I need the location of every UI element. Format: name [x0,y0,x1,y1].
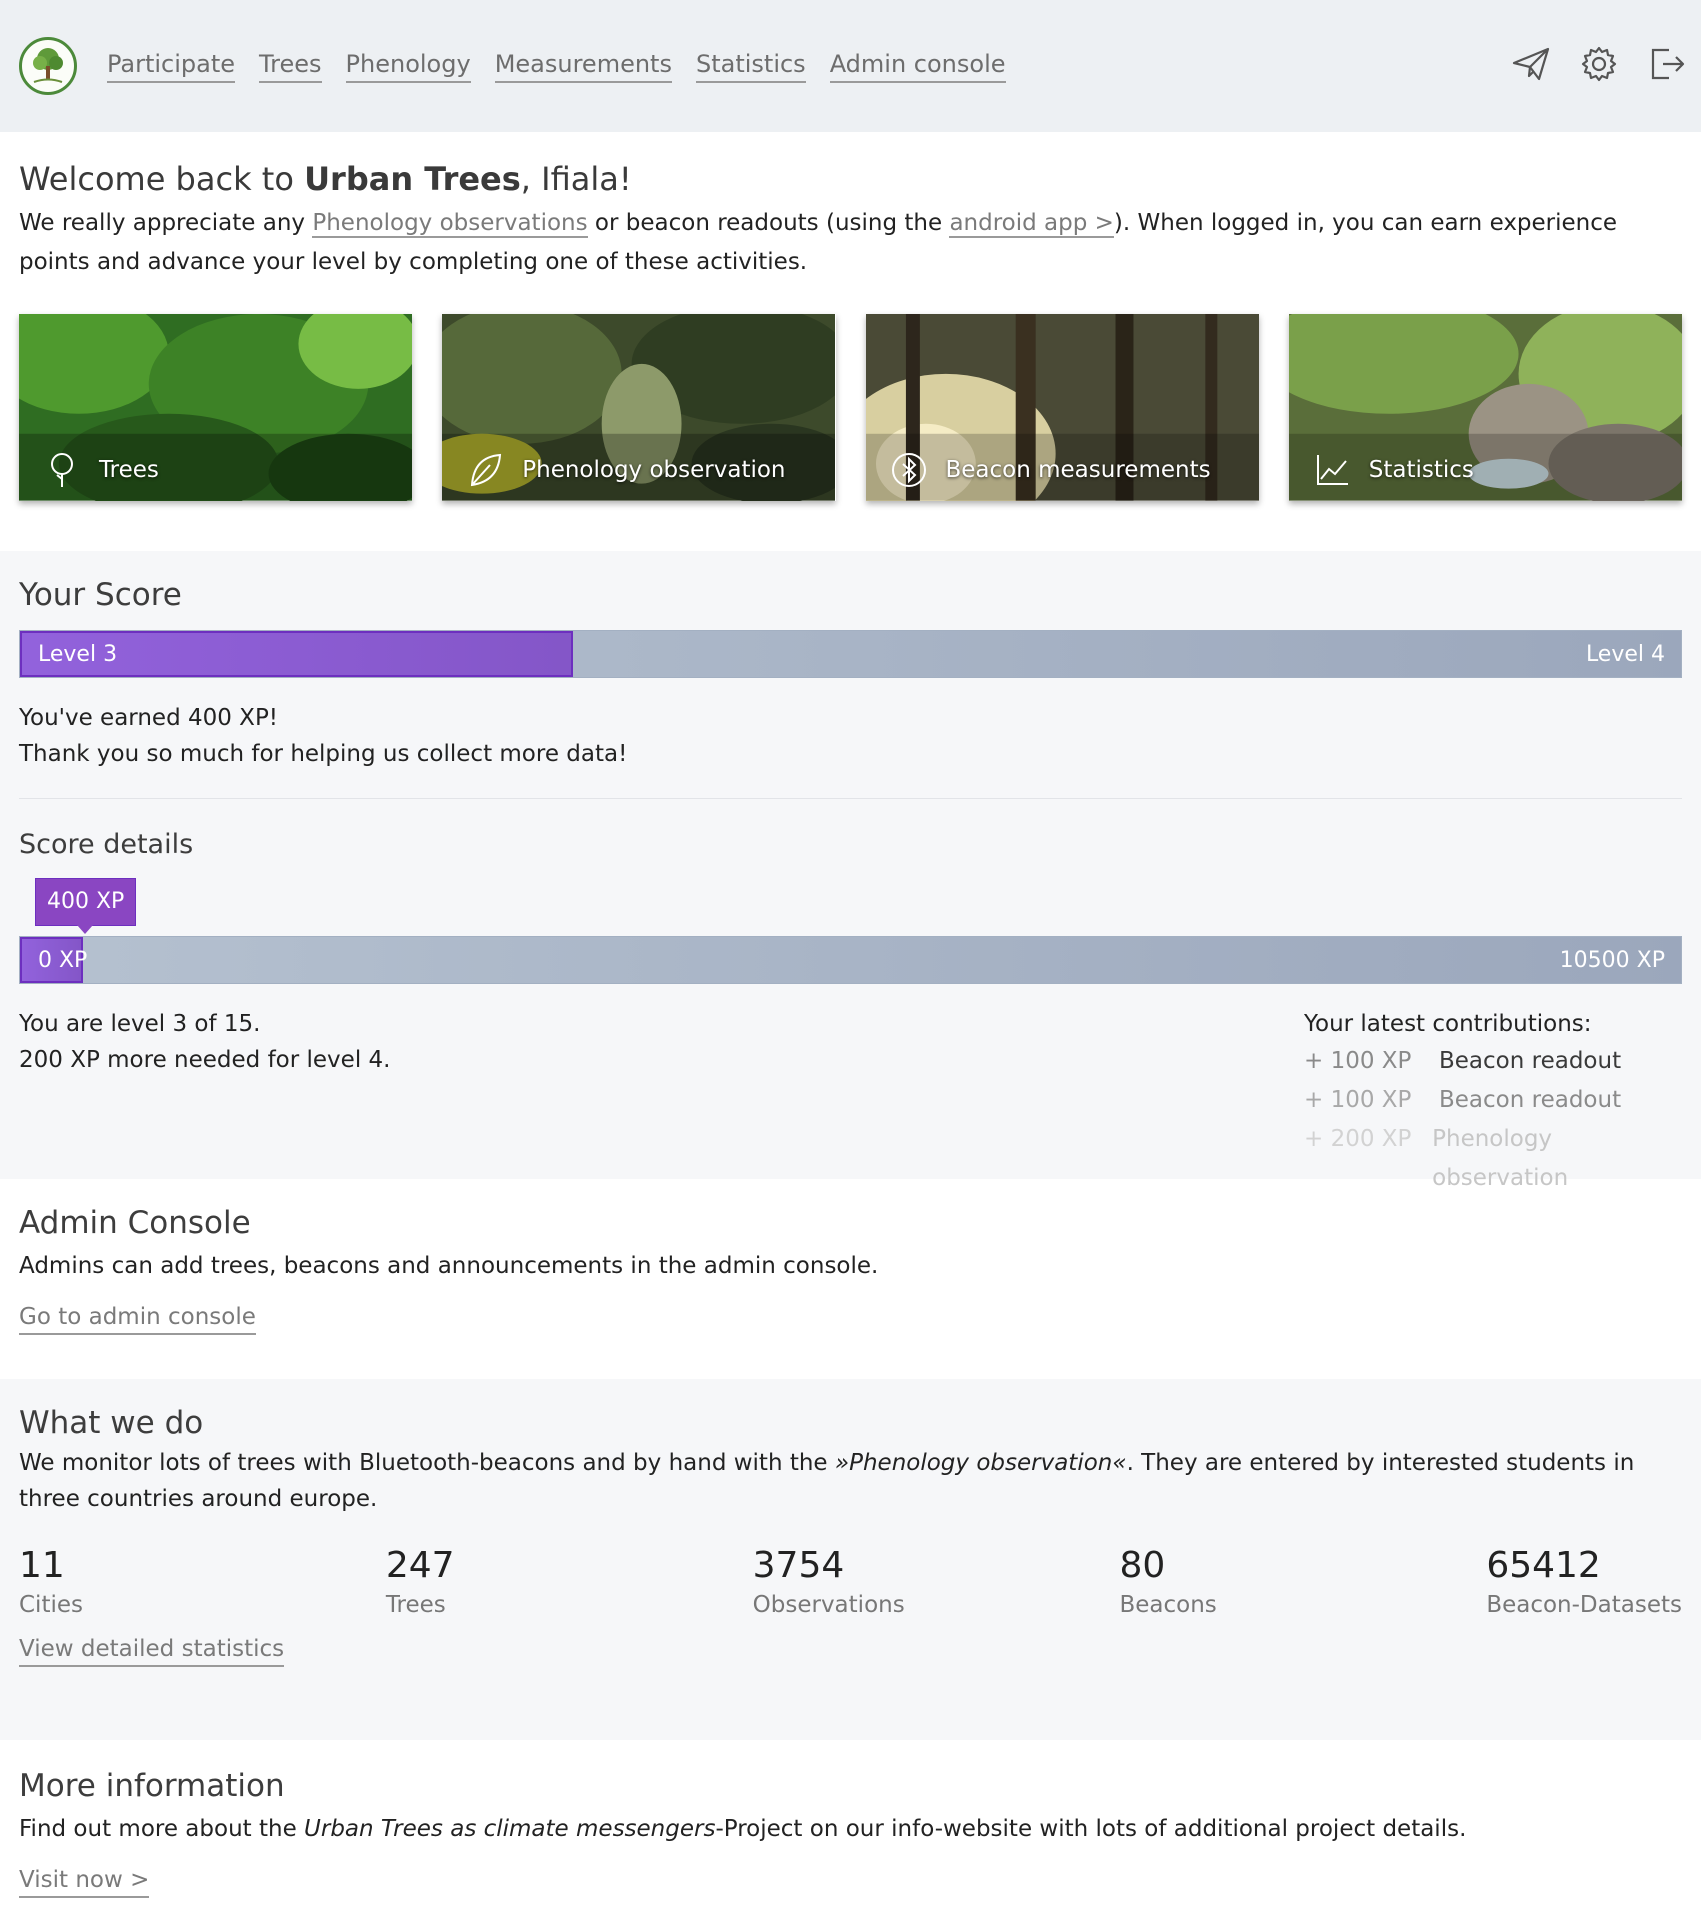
level-next-label: Level 4 [1585,642,1665,667]
visit-now-link[interactable]: Visit now > [19,1867,150,1898]
contribution-label: Phenology observation [1432,1126,1569,1191]
xp-progress-bar: 0 XP 10500 XP [19,936,1682,984]
stat-label: Trees [385,1592,446,1618]
leaf-icon [471,453,502,487]
latest-contributions: Your latest contributions: + 100 XP Beac… [1304,1006,1682,1198]
project-stats: 11 Cities 247 Trees 3754 Observations 80… [19,1545,1682,1618]
urban-trees-logo[interactable] [19,37,77,95]
admin-section: Admin Console Admins can add trees, beac… [0,1179,1701,1379]
stat-cities: 11 Cities [19,1545,319,1618]
level-progress-bar: Level 3 Level 4 [19,630,1682,678]
xp-needed-text: 200 XP more needed for level 4. [19,1047,391,1073]
stat-label: Beacons [1119,1592,1217,1618]
score-section: Your Score Level 3 Level 4 You've earned… [0,551,1701,1191]
contribution-item: + 100 XP Beacon readout [1304,1081,1682,1120]
card-statistics-label: Statistics [1368,457,1474,483]
score-title: Your Score [19,577,182,613]
settings-gear-icon[interactable] [1579,44,1619,84]
stat-value: 65412 [1486,1545,1601,1586]
logout-icon[interactable] [1647,44,1687,84]
welcome-section: Welcome back to Urban Trees, Ifiala! We … [0,132,1701,551]
nav-participate[interactable]: Participate [107,50,236,83]
welcome-heading: Welcome back to Urban Trees, Ifiala! [19,160,632,198]
level-of-text: You are level 3 of 15. [19,1011,261,1037]
phenology-observations-link[interactable]: Phenology observations [312,210,588,238]
nav-phenology[interactable]: Phenology [345,50,471,83]
stat-beacons: 80 Beacons [1119,1545,1419,1618]
contributions-title: Your latest contributions: [1304,1011,1592,1037]
thanks-text: Thank you so much for helping us collect… [19,741,628,767]
card-phenology[interactable]: Phenology observation [442,314,836,501]
tree-icon [51,453,73,487]
send-icon[interactable] [1511,44,1551,84]
xp-min-label: 0 XP [38,948,88,973]
nav-measurements[interactable]: Measurements [494,50,672,83]
card-trees-label: Trees [99,457,159,483]
more-info-section: More information Find out more about the… [0,1740,1701,1926]
stat-beacon-datasets: 65412 Beacon-Datasets [1486,1545,1682,1618]
stat-value: 3754 [752,1545,845,1586]
card-phenology-label: Phenology observation [522,457,786,483]
activity-cards: Trees Phenology observation Beacon measu… [19,314,1682,501]
nav-statistics[interactable]: Statistics [695,50,806,83]
score-divider [19,798,1682,799]
card-statistics[interactable]: Statistics [1288,314,1682,501]
more-title: More information [19,1768,285,1804]
contribution-label: Beacon readout [1439,1048,1622,1074]
contribution-item: + 100 XP Beacon readout [1304,1042,1682,1081]
score-details-row: You are level 3 of 15. 200 XP more neede… [19,1006,1682,1198]
admin-title: Admin Console [19,1205,251,1241]
stat-value: 11 [19,1545,65,1586]
admin-console-link[interactable]: Go to admin console [19,1304,256,1335]
stat-value: 247 [385,1545,455,1586]
what-we-do-section: What we do We monitor lots of trees with… [0,1379,1701,1740]
detailed-statistics-link[interactable]: View detailed statistics [19,1636,285,1667]
level-info: You are level 3 of 15. 200 XP more neede… [19,1006,390,1198]
xp-progress-area: 400 XP 0 XP 10500 XP [19,878,1682,984]
stat-label: Beacon-Datasets [1486,1592,1682,1618]
tree-logo-icon [33,48,63,83]
chart-icon [1316,455,1348,485]
nav-trees[interactable]: Trees [259,50,322,83]
score-details-title: Score details [19,829,194,860]
stat-label: Observations [752,1592,905,1618]
stat-observations: 3754 Observations [753,1545,1053,1618]
card-trees[interactable]: Trees [19,314,413,501]
contribution-xp: + 100 XP [1304,1087,1412,1113]
android-app-link[interactable]: android app > [949,210,1114,238]
xp-max-label: 10500 XP [1559,948,1665,973]
admin-text: Admins can add trees, beacons and announ… [19,1253,879,1279]
bluetooth-icon [891,453,926,487]
score-summary: You've earned 400 XP! Thank you so much … [19,700,1682,772]
more-text: Find out more about the Urban Trees as c… [19,1816,1467,1842]
level-current-label: Level 3 [38,642,118,667]
contribution-xp: + 100 XP [1304,1048,1412,1074]
card-beacon-label: Beacon measurements [945,457,1211,483]
stat-trees: 247 Trees [386,1545,686,1618]
stat-label: Cities [19,1592,83,1618]
main-nav: Participate Trees Phenology Measurements… [107,50,1006,83]
nav-admin-console[interactable]: Admin console [829,50,1006,83]
contribution-xp: + 200 XP [1304,1126,1412,1152]
card-beacon[interactable]: Beacon measurements [865,314,1259,501]
earned-xp-text: You've earned 400 XP! [19,705,279,731]
what-text: We monitor lots of trees with Bluetooth-… [19,1450,1635,1512]
top-nav-bar: Participate Trees Phenology Measurements… [0,0,1701,132]
contribution-label: Beacon readout [1439,1087,1622,1113]
stat-value: 80 [1119,1545,1166,1586]
contribution-item: + 200 XP Phenology observation [1304,1120,1682,1198]
brand-name: Urban Trees [304,160,521,198]
header-actions [1511,44,1687,84]
xp-current-badge: 400 XP [35,878,137,934]
welcome-text: We really appreciate any Phenology obser… [19,210,1618,275]
what-title: What we do [19,1405,204,1441]
